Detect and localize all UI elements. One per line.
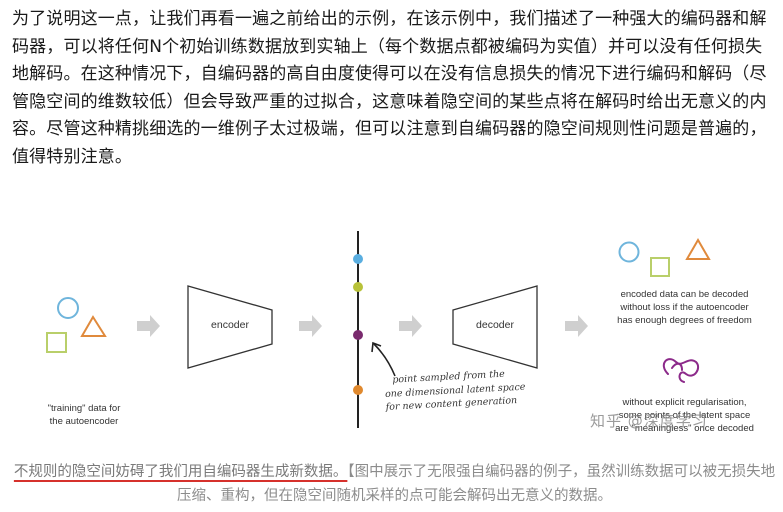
- training-data-label: "training" data for the autoencoder: [47, 403, 121, 427]
- output-square-shape: [650, 257, 670, 277]
- garbled-output-shape: [662, 358, 700, 383]
- encoder-label: encoder: [211, 319, 249, 331]
- latent-point-blue: [353, 254, 363, 264]
- caption-lead: 不规则的隐空间妨碍了我们用自编码器生成新数据。: [13, 464, 348, 480]
- latent-point-purple: [353, 330, 363, 340]
- body-paragraph: 为了说明这一点，让我们再看一遍之前给出的示例，在该示例中，我们描述了一种强大的编…: [12, 9, 767, 167]
- arrow-to-output: [565, 315, 588, 337]
- training-circle-shape: [57, 297, 79, 319]
- training-triangle-shape: [80, 315, 107, 337]
- figure-caption: 不规则的隐空间妨碍了我们用自编码器生成新数据。【图中展示了无限强自编码器的例子，…: [12, 461, 777, 508]
- decoder-label: decoder: [476, 319, 514, 331]
- arrow-to-decoder: [399, 315, 422, 337]
- output-circle-shape: [618, 241, 640, 263]
- note-curved-arrow: [373, 343, 396, 377]
- output-triangle-shape: [685, 238, 711, 260]
- zhihu-watermark: 知乎 @深度学习: [590, 412, 708, 430]
- training-square-shape: [46, 332, 67, 353]
- lossless-decoding-note: encoded data can be decoded without loss…: [617, 289, 752, 326]
- autoencoder-figure: "training" data for the autoencoder enco…: [12, 196, 777, 456]
- arrow-to-latent: [299, 315, 322, 337]
- latent-point-orange: [353, 385, 363, 395]
- latent-point-olive: [353, 282, 363, 292]
- arrow-to-encoder: [137, 315, 160, 337]
